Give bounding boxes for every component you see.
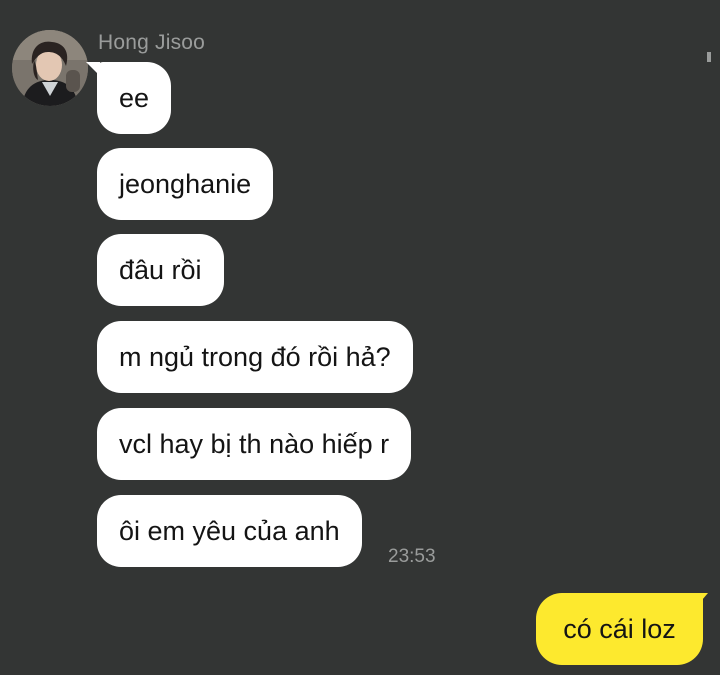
incoming-message-bubble[interactable]: jeonghanie: [97, 148, 274, 220]
incoming-message-bubble[interactable]: m ngủ trong đó rồi hả?: [97, 321, 413, 393]
contact-name: Hong Jisoo: [98, 31, 206, 54]
profile-photo-icon: [12, 30, 88, 106]
message-timestamp: 23:53: [388, 546, 436, 567]
incoming-message-bubble[interactable]: ôi em yêu của anh: [97, 495, 362, 567]
scroll-indicator: [707, 52, 711, 62]
outgoing-message-bubble[interactable]: có cái loz: [536, 593, 703, 665]
contact-avatar[interactable]: [12, 30, 88, 106]
incoming-message-bubble[interactable]: vcl hay bị th nào hiếp r: [97, 408, 412, 480]
incoming-message-bubble[interactable]: ee: [97, 62, 172, 134]
incoming-message-bubble[interactable]: đâu rồi: [97, 234, 224, 306]
